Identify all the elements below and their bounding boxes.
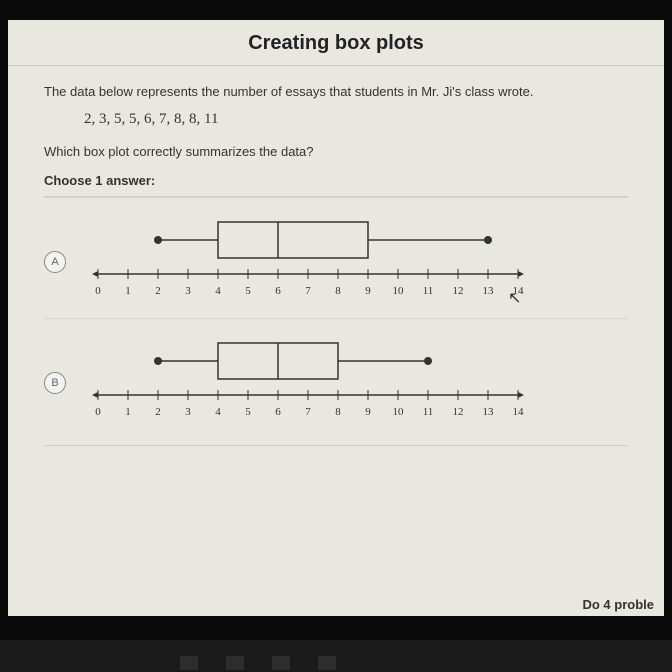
option-b-row[interactable]: B 0 1: [44, 318, 628, 439]
monitor-frame: Creating box plots The data below repres…: [0, 0, 672, 640]
svg-text:2: 2: [155, 406, 161, 418]
boxplot-a-svg: 0 1 2 3 4 5 6 7 8 9 10 1: [78, 212, 558, 312]
svg-text:2: 2: [155, 285, 161, 297]
svg-text:8: 8: [335, 285, 341, 297]
svg-text:7: 7: [305, 406, 311, 418]
divider-bottom: [44, 445, 628, 446]
taskbar-icon[interactable]: [272, 656, 290, 670]
svg-text:9: 9: [365, 285, 371, 297]
svg-text:14: 14: [513, 406, 525, 418]
intro-text: The data below represents the number of …: [44, 84, 628, 99]
svg-text:5: 5: [245, 406, 251, 418]
choose-label: Choose 1 answer:: [44, 173, 628, 188]
svg-text:6: 6: [275, 285, 281, 297]
svg-text:4: 4: [215, 285, 221, 297]
page-title: Creating box plots: [8, 32, 664, 55]
svg-text:1: 1: [125, 406, 131, 418]
svg-text:0: 0: [95, 285, 101, 297]
radio-a-label: A: [51, 256, 58, 268]
svg-text:13: 13: [483, 406, 495, 418]
svg-text:11: 11: [423, 285, 434, 297]
content-area: The data below represents the number of …: [8, 66, 664, 446]
svg-text:6: 6: [275, 406, 281, 418]
footer-message: Do 4 proble: [582, 597, 654, 612]
radio-a[interactable]: A: [44, 251, 66, 273]
boxplot-b-svg: 0 1 2 3 4 5 6 7 8 9 10 1: [78, 333, 558, 433]
radio-b[interactable]: B: [44, 372, 66, 394]
svg-text:12: 12: [453, 285, 464, 297]
svg-text:1: 1: [125, 285, 131, 297]
boxplot-a: 0 1 2 3 4 5 6 7 8 9 10 1: [78, 212, 628, 312]
svg-text:14: 14: [513, 285, 525, 297]
radio-b-label: B: [51, 377, 58, 389]
data-list: 2, 3, 5, 5, 6, 7, 8, 8, 11: [44, 99, 628, 140]
svg-text:5: 5: [245, 285, 251, 297]
screen-area: Creating box plots The data below repres…: [8, 20, 664, 616]
svg-text:3: 3: [185, 285, 191, 297]
taskbar: [0, 648, 672, 672]
svg-text:13: 13: [483, 285, 495, 297]
taskbar-icons: [180, 656, 336, 670]
svg-text:4: 4: [215, 406, 221, 418]
svg-text:10: 10: [393, 285, 405, 297]
svg-text:11: 11: [423, 406, 434, 418]
question-text: Which box plot correctly summarizes the …: [44, 144, 628, 159]
taskbar-icon[interactable]: [226, 656, 244, 670]
svg-text:10: 10: [393, 406, 405, 418]
taskbar-icon[interactable]: [318, 656, 336, 670]
title-bar: Creating box plots: [8, 20, 664, 66]
boxplot-b: 0 1 2 3 4 5 6 7 8 9 10 1: [78, 333, 628, 433]
option-a-row[interactable]: A: [44, 197, 628, 318]
svg-text:7: 7: [305, 285, 311, 297]
svg-text:12: 12: [453, 406, 464, 418]
svg-text:3: 3: [185, 406, 191, 418]
svg-text:9: 9: [365, 406, 371, 418]
taskbar-icon[interactable]: [180, 656, 198, 670]
svg-text:8: 8: [335, 406, 341, 418]
svg-text:0: 0: [95, 406, 101, 418]
